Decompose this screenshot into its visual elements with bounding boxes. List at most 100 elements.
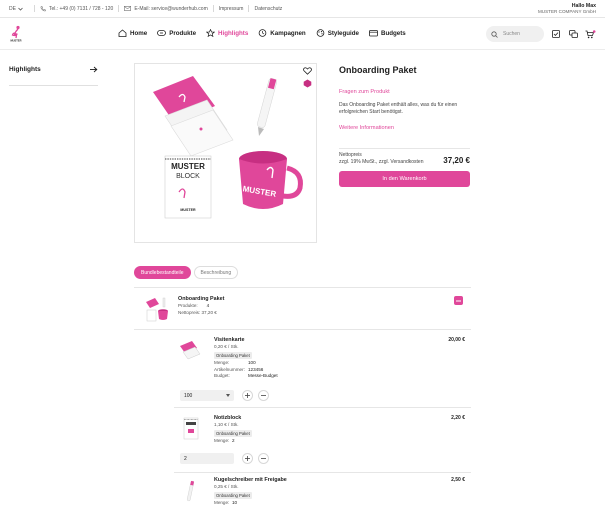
main-navigation: Home Produkte Highlights Kampagnen Style… xyxy=(118,29,406,37)
nav-styleguide[interactable]: Styleguide xyxy=(316,29,359,37)
minus-icon xyxy=(456,300,461,301)
item-total: 20,00 € xyxy=(448,337,465,343)
qty-label: Menge: xyxy=(214,438,230,443)
sidebar-highlights[interactable]: Highlights xyxy=(9,66,98,86)
item-badge: Onboarding Paket xyxy=(214,352,252,359)
add-to-cart-button[interactable]: In den Warenkorb xyxy=(339,171,470,187)
product-image: MUSTER BLOCK MUSTER MUSTER xyxy=(153,76,303,219)
divider xyxy=(212,5,214,12)
mail-icon xyxy=(124,6,132,11)
article-value: 123456 xyxy=(248,366,264,372)
imprint-link[interactable]: Impressum xyxy=(219,6,244,12)
notepad-thumbnail xyxy=(183,417,199,440)
qty-value: 100 xyxy=(248,360,256,365)
divider xyxy=(118,5,120,12)
nav-home[interactable]: Home xyxy=(118,29,147,37)
products-value: 4 xyxy=(206,303,210,308)
package-thumbnail xyxy=(146,297,168,322)
phone-icon xyxy=(40,5,46,11)
qty-label: Menge: xyxy=(214,500,230,505)
star-icon xyxy=(206,29,216,37)
cart-icon[interactable] xyxy=(585,30,596,39)
nav-label: Kampagnen xyxy=(270,29,306,37)
nav-highlights[interactable]: Highlights xyxy=(206,29,248,37)
privacy-link[interactable]: Datenschutz xyxy=(254,6,282,12)
more-info-link[interactable]: Weitere Informationen xyxy=(339,125,394,131)
price-block: Nettopreis zzgl. 19% MwSt., zzgl. Versan… xyxy=(339,148,470,165)
home-icon xyxy=(118,29,127,37)
brand-logo[interactable]: MUSTER xyxy=(9,25,23,43)
email-contact[interactable]: E-Mail: service@wunderhub.com xyxy=(124,6,208,12)
arrow-right-icon xyxy=(90,66,98,73)
decrease-button[interactable] xyxy=(258,390,269,401)
nav-label: Highlights xyxy=(218,29,249,37)
divider xyxy=(33,5,35,12)
user-greeting[interactable]: Hallo Max MUSTER COMPANY GmbH xyxy=(538,3,596,15)
search-icon xyxy=(491,30,498,38)
pen-thumbnail xyxy=(186,480,195,502)
mug-image: MUSTER xyxy=(239,151,303,209)
product-description: Das Onboarding Paket enthält alles, was … xyxy=(339,102,458,115)
quantity-select[interactable]: 100 xyxy=(180,390,234,401)
top-info-bar: DE Tel.: +49 (0) 7131 / 728 - 120 E-Mail… xyxy=(0,0,605,18)
notepad-title: MUSTER xyxy=(171,162,205,171)
item-title: Visitenkarte xyxy=(214,337,245,343)
tab-description[interactable]: Beschreibung xyxy=(193,266,239,279)
product-title: Onboarding Paket xyxy=(339,65,417,75)
qty-value: 10 xyxy=(232,500,238,505)
notepad-image: MUSTER BLOCK MUSTER xyxy=(164,155,212,219)
item-details: Menge: 2 xyxy=(214,438,324,445)
qty-value: 2 xyxy=(232,438,235,443)
package-badge: Onboarding Paket xyxy=(214,352,252,359)
nav-label: Styleguide xyxy=(327,29,359,37)
nav-label: Budgets xyxy=(381,29,406,37)
decrease-button[interactable] xyxy=(258,453,269,464)
nav-produkte[interactable]: Produkte xyxy=(157,29,196,37)
increase-button[interactable] xyxy=(242,453,253,464)
item-details: Menge: 100 Artikelnummer: 123456 Budget: Me… xyxy=(214,360,324,380)
item-unit-price: 1,10 € / Stk. xyxy=(214,422,239,427)
pen-image xyxy=(257,78,277,136)
main-header: MUSTER Home Produkte Highlights Kampagne… xyxy=(0,18,605,50)
plus-icon xyxy=(245,456,250,461)
quantity-value: 2 xyxy=(184,455,187,462)
chat-icon[interactable] xyxy=(569,30,578,38)
nav-budgets[interactable]: Budgets xyxy=(369,29,406,37)
item-total: 2,20 € xyxy=(451,415,465,421)
caret-down-icon xyxy=(226,394,230,397)
nav-kampagnen[interactable]: Kampagnen xyxy=(258,29,306,37)
detail-tabs: Bundlebestandteile Beschreibung xyxy=(134,266,239,279)
product-icon xyxy=(157,30,167,36)
minus-icon xyxy=(261,458,266,459)
net-value: 37,20 € xyxy=(201,309,217,315)
tab-bundle-components[interactable]: Bundlebestandteile xyxy=(134,266,191,279)
collapse-toggle[interactable] xyxy=(454,296,463,305)
quantity-value: 100 xyxy=(184,392,193,399)
minus-icon xyxy=(261,395,266,396)
package-badge: Onboarding Paket xyxy=(214,430,252,437)
bundle-list: Onboarding Paket Produkte: 4 Nettopreis: … xyxy=(134,287,471,510)
color-swatch-icon[interactable] xyxy=(303,79,312,88)
item-title: Kugelschreiber mit Freigabe xyxy=(214,477,287,483)
checklist-icon[interactable] xyxy=(552,30,560,38)
product-gallery[interactable]: MUSTER BLOCK MUSTER MUSTER xyxy=(134,63,317,243)
budget-label: Budget: xyxy=(214,373,230,379)
phone-contact[interactable]: Tel.: +49 (0) 7131 / 728 - 120 xyxy=(40,6,113,12)
quantity-input[interactable]: 2 xyxy=(180,453,234,464)
search-box[interactable]: Suchen xyxy=(486,26,544,42)
logo-text: MUSTER xyxy=(11,39,22,43)
nav-label: Produkte xyxy=(169,29,197,37)
ask-product-link[interactable]: Fragen zum Produkt xyxy=(339,89,390,95)
item-total: 2,50 € xyxy=(451,477,465,483)
phone-text: Tel.: +49 (0) 7131 / 728 - 120 xyxy=(48,5,114,12)
language-selector[interactable]: DE xyxy=(9,6,23,12)
article-label: Artikelnummer: xyxy=(214,366,245,372)
sidebar-title: Highlights xyxy=(9,66,41,73)
palette-icon xyxy=(316,29,325,37)
plus-icon xyxy=(245,393,250,398)
heart-icon[interactable] xyxy=(303,67,312,75)
flamingo-logo-icon: MUSTER xyxy=(11,25,22,43)
item-unit-price: 0,20 € / Stk. xyxy=(214,344,239,349)
increase-button[interactable] xyxy=(242,390,253,401)
package-title: Onboarding Paket xyxy=(178,296,225,302)
